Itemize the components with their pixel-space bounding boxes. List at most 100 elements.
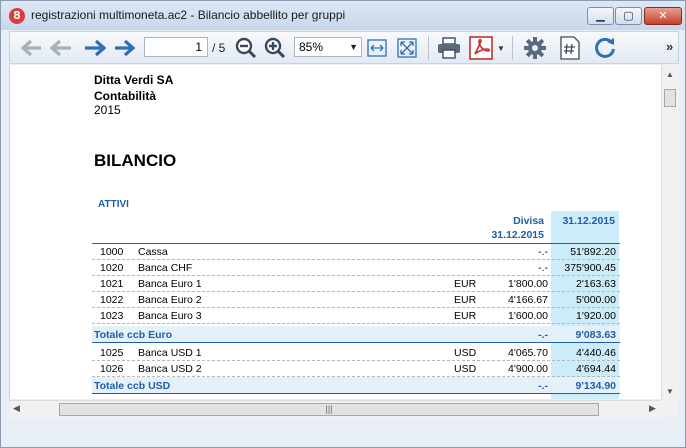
scroll-down-icon[interactable]: ▼ [666, 387, 674, 396]
refresh-button[interactable] [592, 35, 618, 61]
account-description: Banca USD 1 [138, 347, 202, 359]
window-title: registrazioni multimoneta.ac2 - Bilancio… [31, 8, 346, 22]
group-total-row: Totale ccb USD -.- 9'134.90 [92, 377, 620, 394]
previous-page-icon [49, 39, 71, 57]
scroll-left-icon[interactable]: ◀ [13, 403, 20, 414]
scroll-up-icon[interactable]: ▲ [666, 70, 674, 79]
zoom-value: 85% [299, 40, 324, 54]
vertical-scroll-thumb[interactable] [664, 89, 676, 107]
company-name: Ditta Verdi SA [94, 73, 174, 87]
page-number-button[interactable] [558, 35, 582, 61]
fit-page-icon [397, 38, 417, 58]
page-number-icon [560, 36, 580, 60]
group-total-balance: 9'134.90 [575, 380, 616, 392]
account-currency-amount: 4'166.67 [508, 294, 548, 306]
zoom-out-button[interactable] [234, 35, 258, 61]
report-year: 2015 [94, 103, 121, 117]
account-currency-amount: 4'065.70 [508, 347, 548, 359]
chevron-down-icon: ▼ [497, 43, 505, 53]
account-balance: 1'920.00 [576, 310, 616, 322]
app-logo-icon: 8 [9, 8, 25, 24]
fit-page-button[interactable] [396, 35, 418, 61]
account-description: Banca Euro 2 [138, 294, 202, 306]
account-currency: USD [454, 347, 477, 359]
table-row: 1022 Banca Euro 2 EUR 4'166.67 5'000.00 [92, 292, 620, 308]
scrollbar-corner [661, 400, 678, 417]
print-button[interactable] [436, 35, 462, 61]
account-balance: 5'000.00 [576, 294, 616, 306]
table-row: 1025 Banca USD 1 USD 4'065.70 4'440.46 [92, 345, 620, 361]
refresh-icon [595, 37, 615, 58]
print-icon [438, 37, 460, 59]
group-total-currency-amount: -.- [538, 329, 548, 341]
settings-icon [524, 37, 546, 59]
account-code: 1021 [100, 278, 124, 290]
account-description: Cassa [138, 246, 168, 258]
report-preview[interactable]: Ditta Verdi SA Contabilità 2015 BILANCIO… [9, 65, 662, 399]
horizontal-scrollbar[interactable]: ◀ ||| ▶ [9, 400, 661, 418]
page-number-input[interactable]: 1 [144, 37, 208, 57]
horizontal-scroll-thumb[interactable]: ||| [59, 403, 599, 416]
account-currency: EUR [454, 310, 477, 322]
zoom-in-icon [264, 37, 286, 59]
toolbar-separator [428, 36, 429, 60]
report-title: BILANCIO [94, 151, 177, 170]
next-page-icon [85, 39, 107, 57]
table-row: 1000 Cassa -.- 51'892.20 [92, 244, 620, 260]
account-balance: 51'892.20 [570, 246, 616, 258]
group-total-balance: 9'083.63 [575, 329, 616, 341]
account-description: Banca Euro 1 [138, 278, 202, 290]
table-row: 1026 Banca USD 2 USD 4'900.00 4'694.44 [92, 361, 620, 377]
account-description: Banca CHF [138, 262, 193, 274]
account-description: Banca Euro 3 [138, 310, 202, 322]
account-currency: EUR [454, 294, 477, 306]
group-total-currency-amount: -.- [538, 380, 548, 392]
account-description: Banca USD 2 [138, 363, 202, 375]
zoom-select[interactable]: 85% ▼ [294, 37, 362, 57]
vertical-scrollbar[interactable]: ▲ ▼ [661, 65, 679, 399]
previous-page-button[interactable] [48, 35, 74, 61]
close-button[interactable]: ✕ [644, 7, 682, 25]
first-page-button[interactable] [18, 35, 44, 61]
zoom-in-button[interactable] [263, 35, 287, 61]
fit-width-icon [367, 39, 387, 57]
group-total-label: Totale ccb USD [94, 380, 171, 392]
page-total-label: / 5 [212, 41, 226, 55]
account-balance: 4'694.44 [576, 363, 616, 375]
column-header-balance-date: 31.12.2015 [562, 215, 615, 227]
last-page-icon [115, 39, 136, 57]
account-code: 1020 [100, 262, 124, 274]
account-balance: 4'440.46 [576, 347, 616, 359]
account-code: 1023 [100, 310, 124, 322]
table-row: 1020 Banca CHF -.- 375'900.45 [92, 260, 620, 276]
chevron-down-icon: ▼ [349, 42, 358, 52]
maximize-button[interactable]: ▢ [615, 7, 642, 25]
pdf-icon [469, 36, 493, 60]
account-code: 1022 [100, 294, 124, 306]
first-page-icon [20, 39, 41, 57]
last-page-button[interactable] [112, 35, 138, 61]
account-currency-amount: -.- [538, 246, 548, 258]
minimize-button[interactable]: ▁ [587, 7, 614, 25]
account-currency: USD [454, 363, 477, 375]
account-currency-amount: 1'800.00 [508, 278, 548, 290]
pdf-options-dropdown[interactable]: ▼ [496, 35, 506, 61]
settings-button[interactable] [522, 35, 548, 61]
account-currency-amount: 1'600.00 [508, 310, 548, 322]
toolbar: 1 / 5 85% ▼ ▼ » [9, 31, 679, 64]
account-currency-amount: 4'900.00 [508, 363, 548, 375]
account-balance: 375'900.45 [564, 262, 616, 274]
account-currency: EUR [454, 278, 477, 290]
next-page-button[interactable] [82, 35, 108, 61]
title-bar: 8 registrazioni multimoneta.ac2 - Bilanc… [1, 1, 685, 30]
toolbar-separator [512, 36, 513, 60]
toolbar-overflow-button[interactable]: » [666, 39, 673, 54]
account-code: 1025 [100, 347, 124, 359]
table-row: 1021 Banca Euro 1 EUR 1'800.00 2'163.63 [92, 276, 620, 292]
pdf-export-button[interactable] [468, 35, 494, 61]
scroll-right-icon[interactable]: ▶ [649, 403, 656, 414]
fit-width-button[interactable] [366, 35, 388, 61]
report-subtitle: Contabilità [94, 89, 156, 103]
account-code: 1000 [100, 246, 124, 258]
app-window: 8 registrazioni multimoneta.ac2 - Bilanc… [0, 0, 686, 448]
